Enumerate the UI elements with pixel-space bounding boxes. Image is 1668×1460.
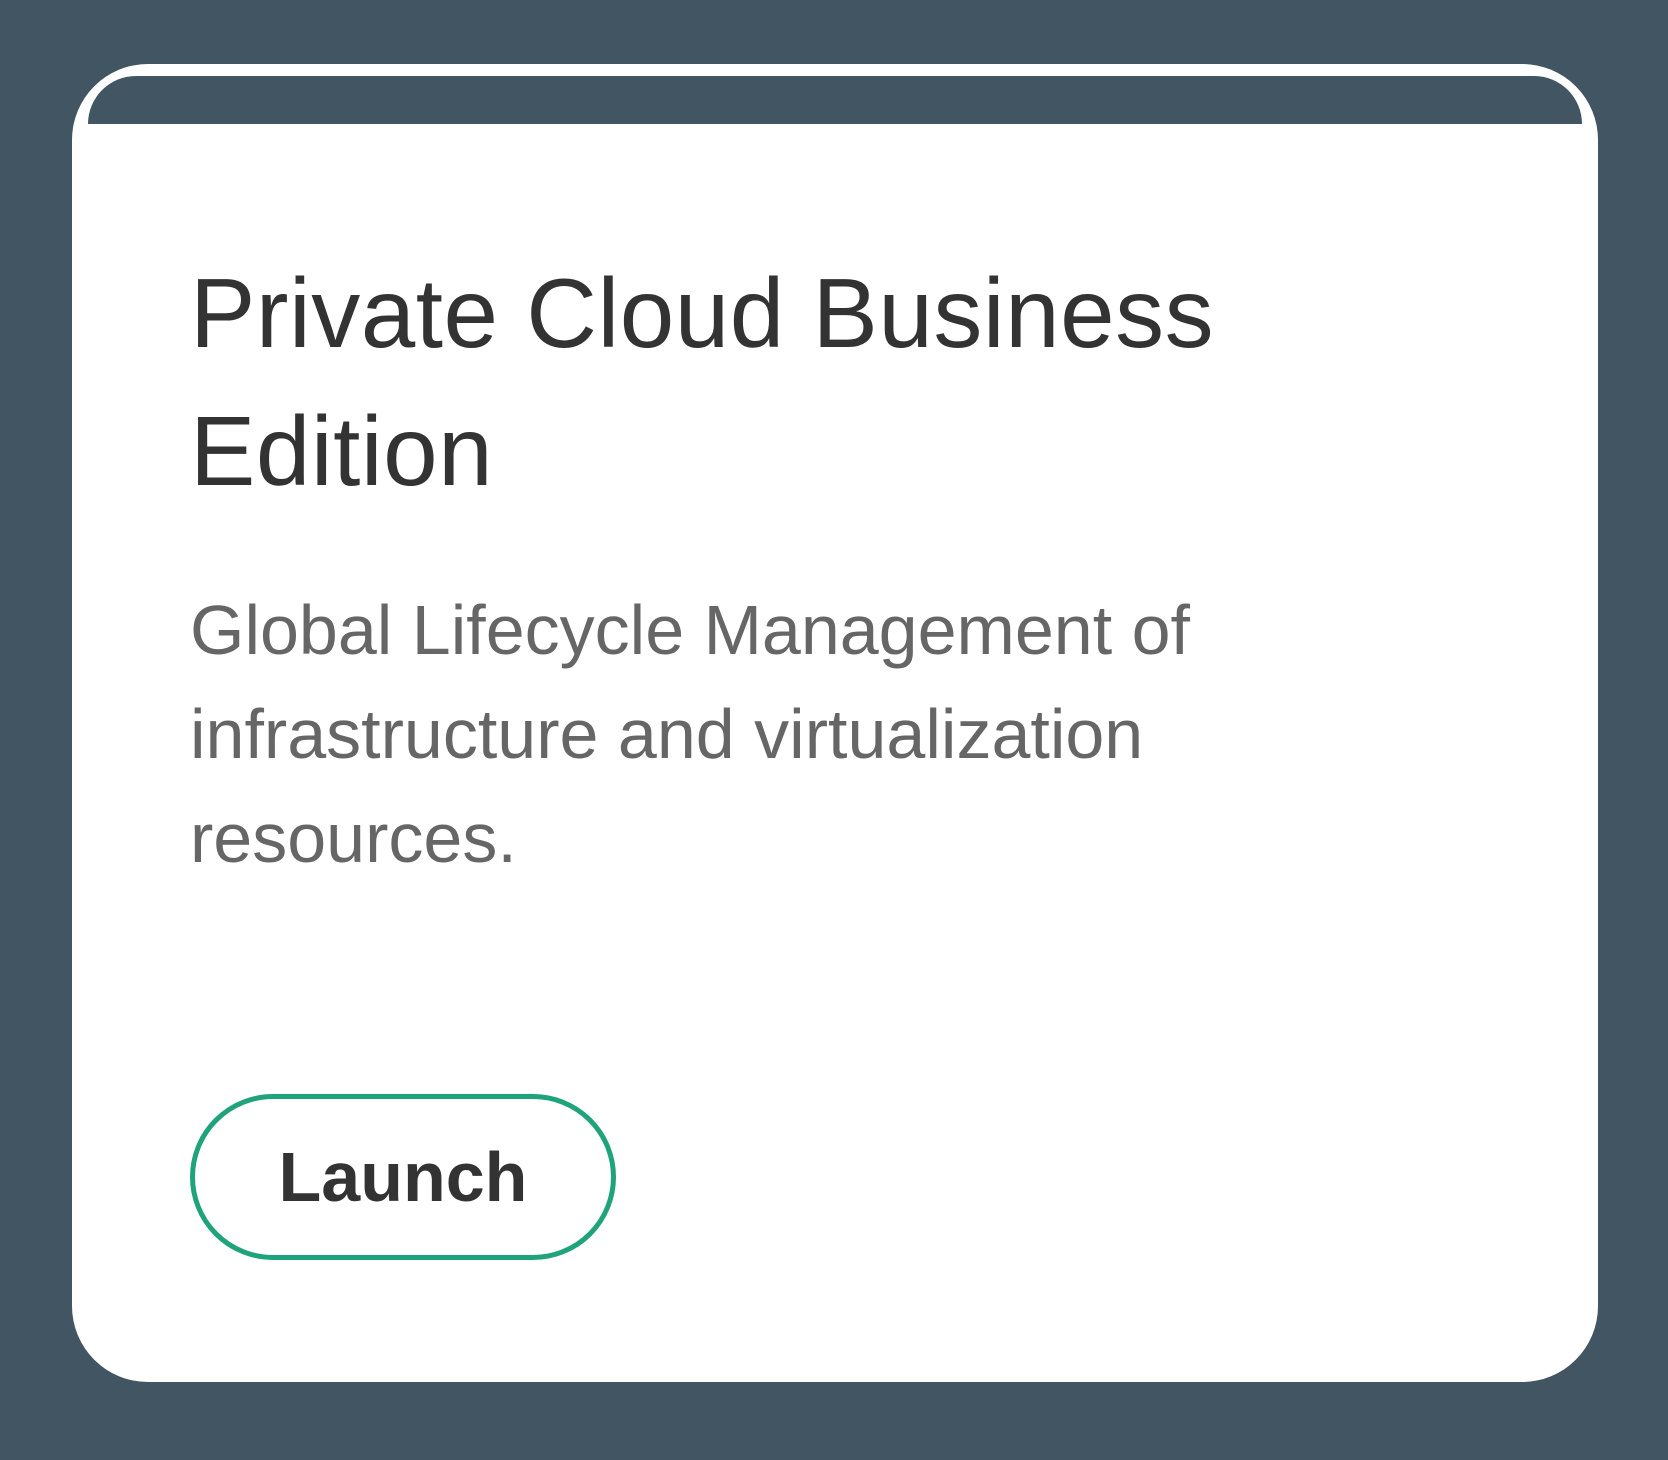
card-header-band xyxy=(88,76,1582,124)
product-card: Private Cloud Business Edition Global Li… xyxy=(72,64,1598,1382)
card-title: Private Cloud Business Edition xyxy=(190,258,1215,506)
card-description: Global Lifecycle Management of infrastru… xyxy=(190,591,1190,877)
launch-button[interactable]: Launch xyxy=(190,1094,616,1260)
